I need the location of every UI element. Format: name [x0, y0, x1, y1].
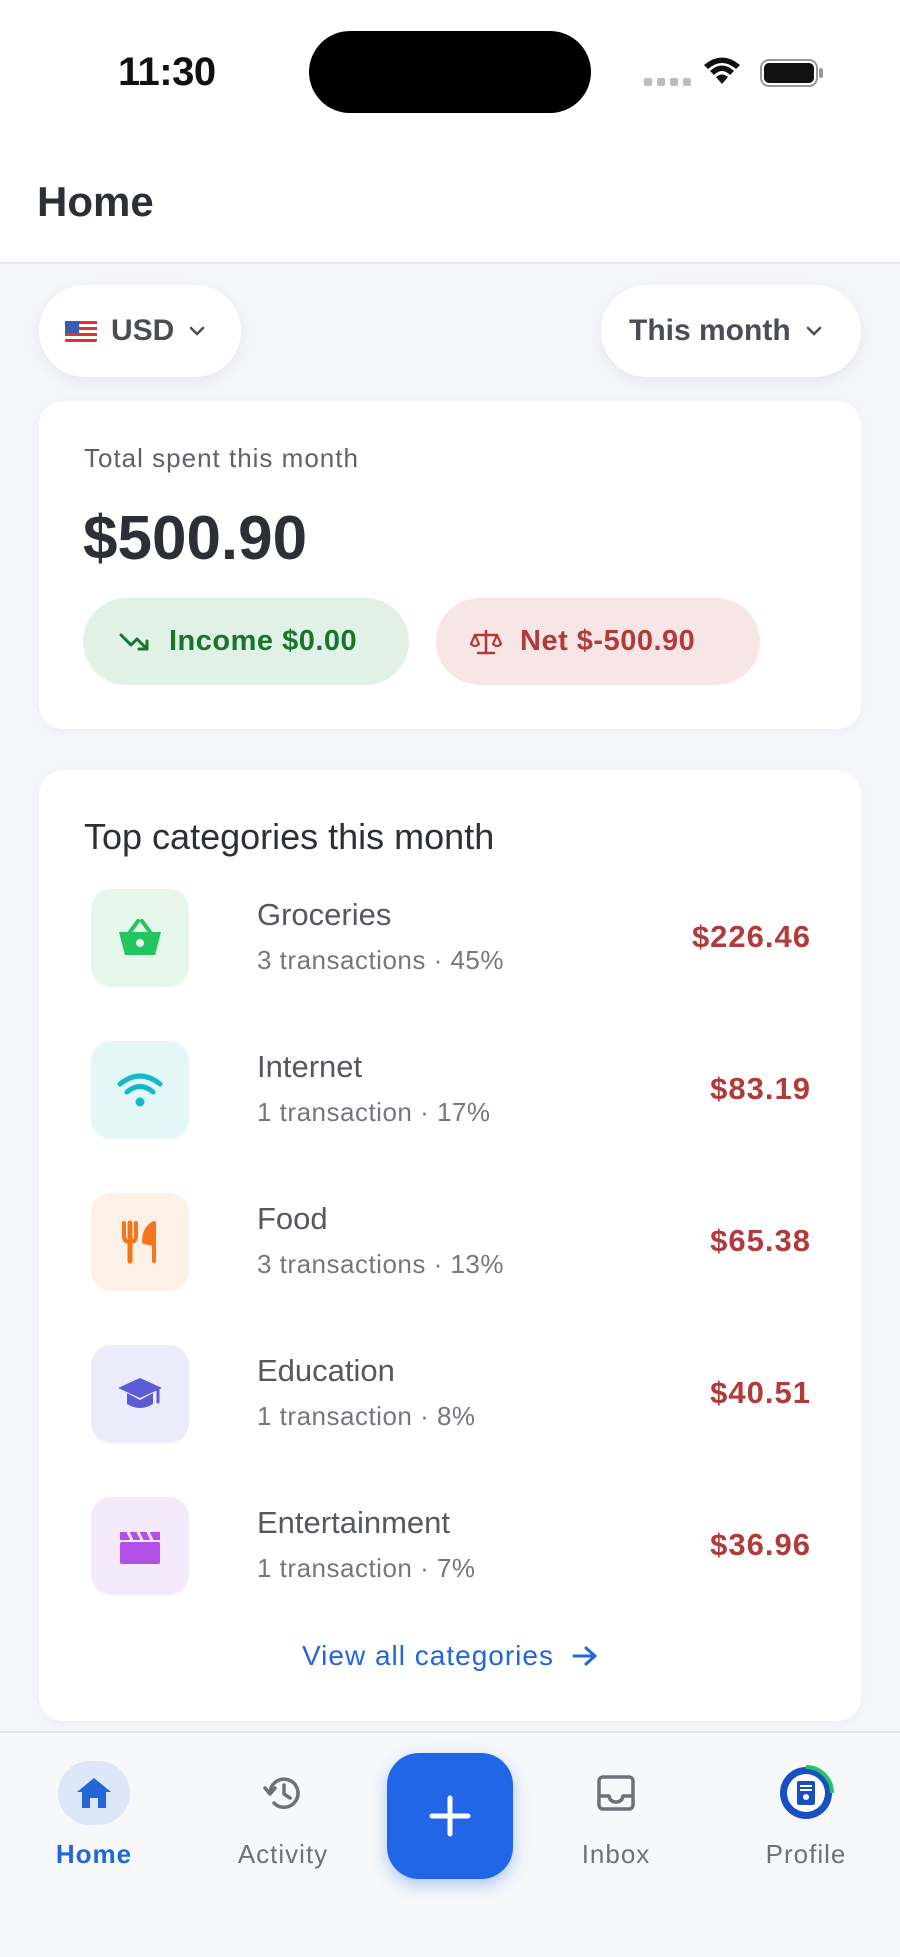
us-flag-icon — [65, 319, 97, 343]
category-amount: $226.46 — [691, 919, 811, 954]
period-label: This month — [629, 314, 791, 347]
add-transaction-button[interactable] — [387, 1753, 513, 1879]
category-meta: 1 transaction · 7% — [257, 1553, 476, 1583]
nav-home[interactable]: Home — [14, 1761, 174, 1870]
nav-inbox-label: Inbox — [581, 1839, 651, 1869]
category-amount: $65.38 — [710, 1223, 811, 1258]
total-spent-amount: $500.90 — [83, 504, 308, 573]
wifi-icon — [117, 1073, 163, 1107]
nav-profile[interactable]: Profile — [726, 1761, 886, 1870]
category-amount: $36.96 — [710, 1527, 811, 1562]
graduation-cap-icon — [118, 1378, 162, 1408]
inbox-icon — [597, 1775, 635, 1811]
category-row-entertainment[interactable]: Entertainment 1 transaction · 7% $36.96 — [91, 1497, 811, 1597]
category-icon-bg — [91, 1193, 189, 1291]
scale-icon — [470, 629, 502, 654]
trending-down-icon — [119, 633, 149, 650]
nav-home-highlight — [58, 1761, 130, 1825]
category-icon-bg — [91, 889, 189, 987]
category-row-education[interactable]: Education 1 transaction · 8% $40.51 — [91, 1345, 811, 1445]
nav-home-label: Home — [55, 1839, 133, 1869]
income-label: Income $0.00 — [169, 625, 358, 657]
nav-activity[interactable]: Activity — [203, 1761, 363, 1870]
category-meta: 3 transactions · 13% — [257, 1249, 505, 1279]
category-icon-bg — [91, 1497, 189, 1595]
category-meta: 3 transactions · 45% — [257, 945, 505, 975]
top-categories-card: Top categories this month Groceries 3 tr… — [39, 770, 861, 1721]
history-icon — [263, 1777, 300, 1809]
app-header: Home — [0, 140, 900, 264]
category-row-groceries[interactable]: Groceries 3 transactions · 45% $226.46 — [91, 889, 811, 989]
nav-profile-icon-wrap — [770, 1761, 842, 1825]
utensils-icon — [122, 1220, 156, 1264]
wifi-status-icon — [704, 57, 740, 84]
period-selector[interactable]: This month — [601, 285, 861, 377]
nav-inbox-icon-wrap — [580, 1761, 652, 1825]
view-all-label: View all categories — [302, 1640, 554, 1671]
basket-icon — [119, 919, 161, 955]
chevron-down-icon — [806, 326, 821, 336]
category-name: Food — [257, 1201, 328, 1236]
bottom-navigation: Home Activity Inbox Profile — [0, 1731, 900, 1957]
clapperboard-icon — [120, 1531, 160, 1564]
category-row-internet[interactable]: Internet 1 transaction · 17% $83.19 — [91, 1041, 811, 1141]
status-time: 11:30 — [118, 50, 216, 94]
signal-icon — [644, 78, 691, 86]
nav-activity-label: Activity — [237, 1839, 329, 1869]
net-label: Net $-500.90 — [520, 625, 696, 657]
category-name: Internet — [257, 1049, 363, 1084]
category-name: Education — [257, 1353, 395, 1388]
net-chip[interactable]: Net $-500.90 — [436, 598, 760, 685]
income-chip[interactable]: Income $0.00 — [83, 598, 409, 685]
dynamic-island — [309, 31, 591, 113]
category-icon-bg — [91, 1345, 189, 1443]
nav-inbox[interactable]: Inbox — [536, 1761, 696, 1870]
chevron-down-icon — [190, 326, 205, 336]
category-amount: $40.51 — [710, 1375, 811, 1410]
profile-avatar-icon — [780, 1765, 834, 1819]
currency-selector[interactable]: USD — [39, 285, 241, 377]
home-icon — [77, 1778, 111, 1808]
category-meta: 1 transaction · 17% — [257, 1097, 491, 1127]
category-name: Groceries — [257, 897, 392, 932]
currency-label: USD — [111, 314, 175, 347]
category-name: Entertainment — [257, 1505, 450, 1540]
nav-activity-icon-wrap — [247, 1761, 319, 1825]
status-bar: 11:30 — [0, 0, 900, 140]
spending-summary-card: Total spent this month $500.90 Income $0… — [39, 401, 861, 729]
battery-icon — [760, 59, 823, 87]
categories-title: Top categories this month — [84, 816, 495, 857]
nav-profile-label: Profile — [765, 1839, 847, 1869]
category-meta: 1 transaction · 8% — [257, 1401, 476, 1431]
page-title: Home — [37, 178, 154, 225]
category-row-food[interactable]: Food 3 transactions · 13% $65.38 — [91, 1193, 811, 1293]
category-icon-bg — [91, 1041, 189, 1139]
plus-icon — [429, 1795, 471, 1837]
summary-label: Total spent this month — [84, 443, 359, 473]
category-amount: $83.19 — [710, 1071, 811, 1106]
view-all-categories-link[interactable]: View all categories — [39, 1640, 861, 1672]
arrow-right-icon — [572, 1646, 597, 1666]
